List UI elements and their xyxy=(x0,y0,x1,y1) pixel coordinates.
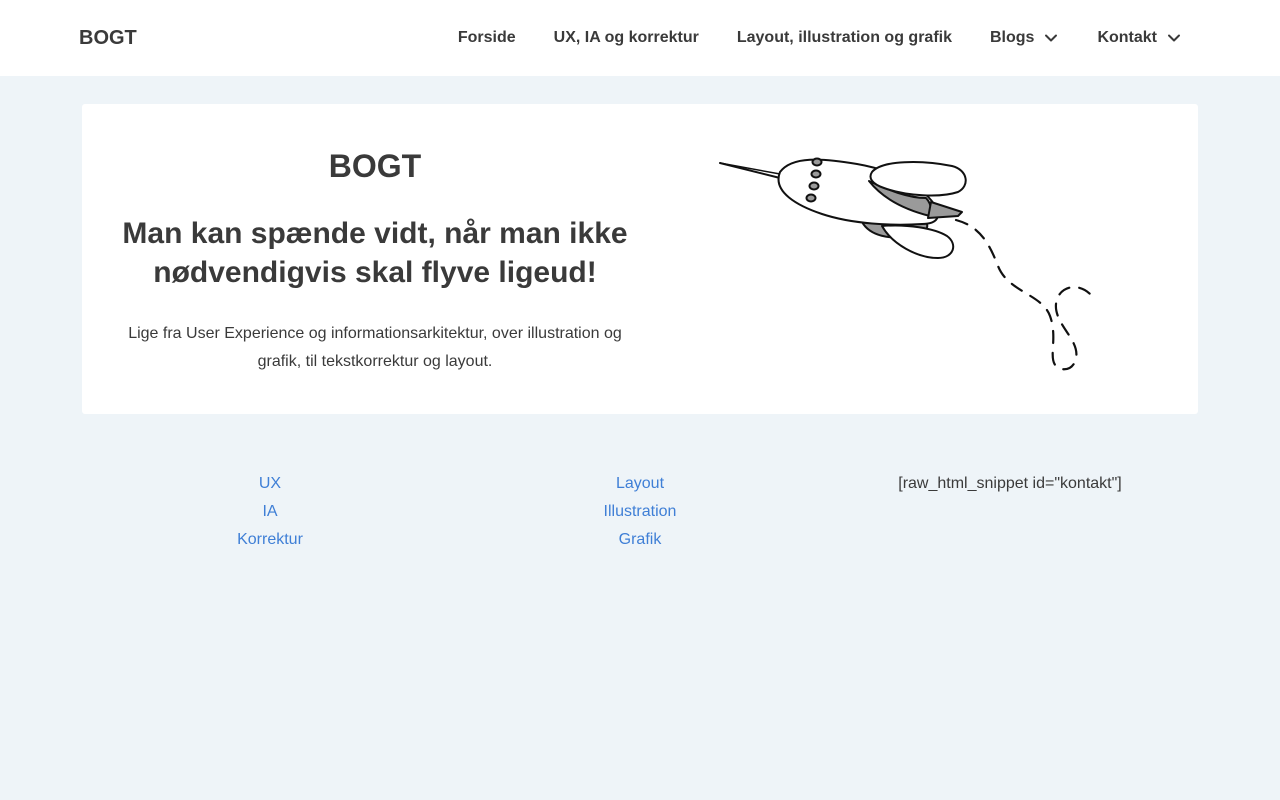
link-illustration[interactable]: Illustration xyxy=(455,498,825,526)
nav-item-label: Blogs xyxy=(989,29,1035,46)
link-korrektur[interactable]: Korrektur xyxy=(85,526,455,554)
nav-item-blogs[interactable]: Blogs xyxy=(990,29,1059,47)
link-column-layout: Layout Illustration Grafik xyxy=(455,470,825,554)
nav-item-label: UX, IA og korrektur xyxy=(553,29,699,46)
rocket-illustration xyxy=(719,157,1092,371)
link-column-ux: UX IA Korrektur xyxy=(85,470,455,554)
link-ux[interactable]: UX xyxy=(85,470,455,498)
link-ia[interactable]: IA xyxy=(85,498,455,526)
link-column-kontakt: [raw_html_snippet id="kontakt"] xyxy=(825,470,1195,554)
hero-text-block: BOGT Man kan spænde vidt, når man ikke n… xyxy=(112,104,638,376)
site-header: BOGT Forside UX, IA og korrektur Layout,… xyxy=(0,0,1280,76)
chevron-down-icon[interactable] xyxy=(1043,30,1059,46)
contact-snippet-text: [raw_html_snippet id="kontakt"] xyxy=(898,475,1122,492)
footer-links: UX IA Korrektur Layout Illustration Graf… xyxy=(85,470,1195,554)
chevron-down-icon[interactable] xyxy=(1166,30,1182,46)
link-layout[interactable]: Layout xyxy=(455,470,825,498)
nav-item-layout-illustration-grafik[interactable]: Layout, illustration og grafik xyxy=(737,29,952,47)
nav-item-label: Kontakt xyxy=(1097,29,1157,46)
hero-subtitle: Man kan spænde vidt, når man ikke nødven… xyxy=(122,217,628,289)
hero-title: BOGT xyxy=(328,148,422,184)
site-title[interactable]: BOGT xyxy=(79,26,137,50)
nav-item-label: Layout, illustration og grafik xyxy=(736,29,952,46)
nav-item-ux-ia-korrektur[interactable]: UX, IA og korrektur xyxy=(554,29,699,47)
main-nav: Forside UX, IA og korrektur Layout, illu… xyxy=(420,0,1182,76)
nav-item-kontakt[interactable]: Kontakt xyxy=(1097,29,1182,47)
link-grafik[interactable]: Grafik xyxy=(455,526,825,554)
hero-description: Lige fra User Experience og informations… xyxy=(128,325,622,370)
hero-card: BOGT Man kan spænde vidt, når man ikke n… xyxy=(82,104,1198,414)
nav-item-label: Forside xyxy=(457,29,516,46)
nav-item-forside[interactable]: Forside xyxy=(458,29,516,47)
